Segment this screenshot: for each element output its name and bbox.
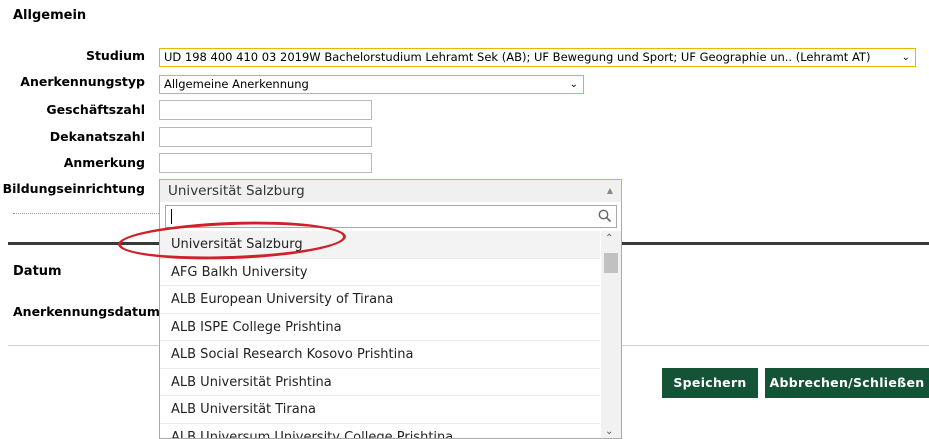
- dekanatszahl-input[interactable]: [159, 127, 372, 147]
- anmerkung-input[interactable]: [159, 153, 372, 173]
- save-button[interactable]: Speichern: [662, 368, 758, 398]
- bildungseinrichtung-label: Bildungseinrichtung: [2, 181, 145, 196]
- anerkennungstyp-label: Anerkennungstyp: [20, 74, 145, 89]
- search-icon: [598, 209, 612, 223]
- divider-dotted: [13, 213, 159, 214]
- divider-thick-right: [622, 242, 929, 245]
- studium-select[interactable]: UD 198 400 410 03 2019W Bachelorstudium …: [159, 48, 916, 67]
- bildungseinrichtung-selected-value: Universität Salzburg: [168, 183, 305, 199]
- section-title-datum: Datum: [13, 264, 62, 279]
- chevron-down-icon: ⌄: [569, 79, 578, 90]
- scrollbar-thumb[interactable]: [604, 253, 618, 273]
- triangle-up-icon: ▲: [606, 186, 613, 195]
- dropdown-option[interactable]: AFG Balkh University: [160, 259, 600, 286]
- anerkennungsdatum-label: Anerkennungsdatum: [13, 304, 160, 319]
- dropdown-option[interactable]: Universität Salzburg: [160, 231, 600, 259]
- anmerkung-label: Anmerkung: [63, 155, 145, 170]
- chevron-down-icon: ⌄: [901, 52, 910, 63]
- dekanatszahl-label: Dekanatszahl: [49, 129, 145, 144]
- section-title-allgemein: Allgemein: [13, 8, 87, 23]
- dropdown-option[interactable]: ALB Universität Prishtina: [160, 369, 600, 396]
- dropdown-option[interactable]: ALB Universität Tirana: [160, 396, 600, 424]
- divider-thin: [8, 345, 159, 346]
- bildungseinrichtung-dropdown: Universität Salzburg AFG Balkh Universit…: [159, 202, 622, 439]
- dropdown-option[interactable]: ALB ISPE College Prishtina: [160, 314, 600, 341]
- dropdown-option[interactable]: ALB Universum University College Prishti…: [160, 424, 600, 439]
- dropdown-scrollbar[interactable]: ⌃ ⌄: [601, 231, 621, 438]
- chevron-up-icon[interactable]: ⌃: [605, 233, 613, 244]
- text-caret: [171, 209, 172, 224]
- dropdown-option[interactable]: ALB Social Research Kosovo Prishtina: [160, 341, 600, 369]
- divider-thick: [8, 242, 159, 245]
- dropdown-options-list: Universität Salzburg AFG Balkh Universit…: [160, 231, 600, 439]
- anerkennungstyp-select[interactable]: Allgemeine Anerkennung ⌄: [159, 75, 584, 94]
- dropdown-option[interactable]: ALB European University of Tirana: [160, 286, 600, 314]
- chevron-down-icon[interactable]: ⌄: [605, 426, 613, 437]
- divider-thin-right: [622, 345, 929, 346]
- studium-select-value: UD 198 400 410 03 2019W Bachelorstudium …: [164, 50, 871, 64]
- cancel-close-button[interactable]: Abbrechen/Schließen: [765, 368, 929, 398]
- geschaeftszahl-label: Geschäftszahl: [46, 102, 145, 117]
- anerkennungstyp-select-value: Allgemeine Anerkennung: [164, 77, 309, 91]
- dropdown-search-input[interactable]: [165, 205, 617, 228]
- studium-label: Studium: [85, 48, 145, 63]
- geschaeftszahl-input[interactable]: [159, 100, 372, 120]
- bildungseinrichtung-combobox[interactable]: Universität Salzburg ▲: [159, 179, 622, 203]
